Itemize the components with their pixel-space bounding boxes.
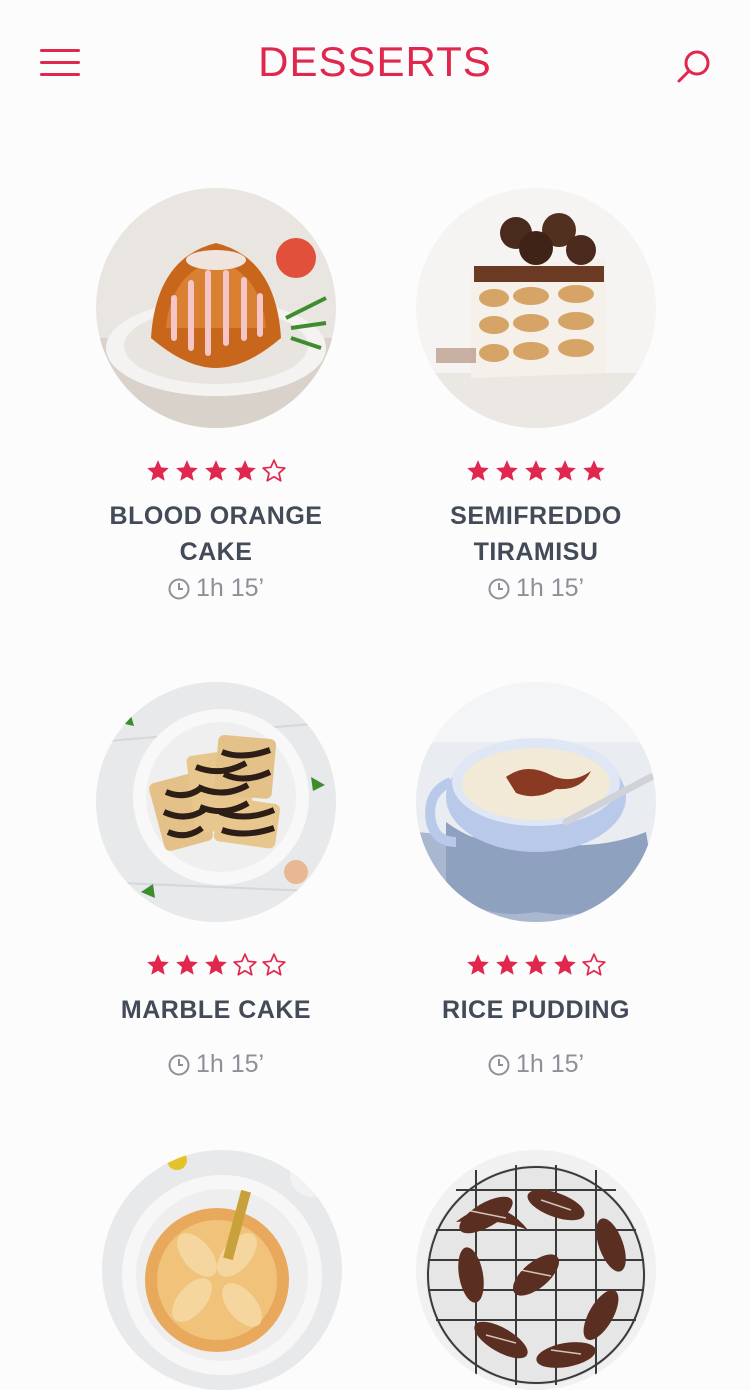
cook-time: 1h 15’ [56, 574, 376, 603]
recipe-name-line1: RICE PUDDING [442, 996, 630, 1024]
star-filled-icon [525, 954, 547, 975]
recipe-name[interactable]: RICE PUDDING [376, 992, 696, 1028]
star-empty-icon [262, 953, 286, 976]
rating-stars [376, 458, 696, 486]
star-empty-icon [262, 459, 286, 482]
cook-time-value: 1h 15’ [195, 1050, 265, 1078]
recipe-card[interactable]: SEMIFREDDO TIRAMISU 1h 15’ [376, 188, 696, 603]
clock-icon [488, 1054, 510, 1075]
rating-stars [56, 458, 376, 486]
cook-time: 1h 15’ [376, 1050, 696, 1079]
recipe-card[interactable] [376, 1150, 696, 1390]
recipe-photo[interactable] [416, 682, 656, 922]
recipe-grid: BLOOD ORANGE CAKE 1h 15’ SEMIFREDDO TIRA… [0, 0, 750, 1390]
star-filled-icon [467, 460, 489, 481]
star-filled-icon [554, 954, 576, 975]
recipe-photo[interactable] [416, 188, 656, 428]
recipe-name[interactable]: MARBLE CAKE [56, 992, 376, 1028]
star-filled-icon [467, 954, 489, 975]
star-filled-icon [554, 460, 576, 481]
recipe-name[interactable]: BLOOD ORANGE CAKE [56, 498, 376, 570]
cook-time-value: 1h 15’ [195, 574, 265, 602]
cook-time-value: 1h 15’ [515, 1050, 585, 1078]
recipe-name-line2: TIRAMISU [473, 538, 599, 566]
clock-icon [168, 578, 190, 599]
recipe-name-line2: CAKE [179, 538, 253, 566]
cook-time-value: 1h 15’ [515, 574, 585, 602]
star-filled-icon [525, 460, 547, 481]
recipe-card[interactable] [62, 1150, 382, 1390]
star-empty-icon [582, 953, 606, 976]
star-filled-icon [147, 460, 169, 481]
recipe-photo[interactable] [96, 188, 336, 428]
cook-time: 1h 15’ [56, 1050, 376, 1079]
star-filled-icon [176, 954, 198, 975]
recipe-photo[interactable] [416, 1150, 656, 1390]
star-filled-icon [496, 460, 518, 481]
recipe-name-line1: MARBLE CAKE [120, 996, 312, 1024]
star-filled-icon [147, 954, 169, 975]
recipe-photo[interactable] [96, 682, 336, 922]
star-filled-icon [583, 460, 605, 481]
recipe-photo[interactable] [102, 1150, 342, 1390]
recipe-card[interactable]: RICE PUDDING 1h 15’ [376, 682, 696, 1079]
star-filled-icon [176, 460, 198, 481]
star-filled-icon [205, 954, 227, 975]
recipe-name[interactable]: SEMIFREDDO TIRAMISU [376, 498, 696, 570]
clock-icon [168, 1054, 190, 1075]
recipe-name-line1: BLOOD ORANGE [109, 502, 323, 530]
cook-time: 1h 15’ [376, 574, 696, 603]
recipe-name-line1: SEMIFREDDO [450, 502, 622, 530]
rating-stars [376, 952, 696, 980]
clock-icon [488, 578, 510, 599]
star-filled-icon [234, 460, 256, 481]
star-empty-icon [233, 953, 257, 976]
recipe-card[interactable]: MARBLE CAKE 1h 15’ [56, 682, 376, 1079]
star-filled-icon [205, 460, 227, 481]
recipe-card[interactable]: BLOOD ORANGE CAKE 1h 15’ [56, 188, 376, 603]
star-filled-icon [496, 954, 518, 975]
rating-stars [56, 952, 376, 980]
